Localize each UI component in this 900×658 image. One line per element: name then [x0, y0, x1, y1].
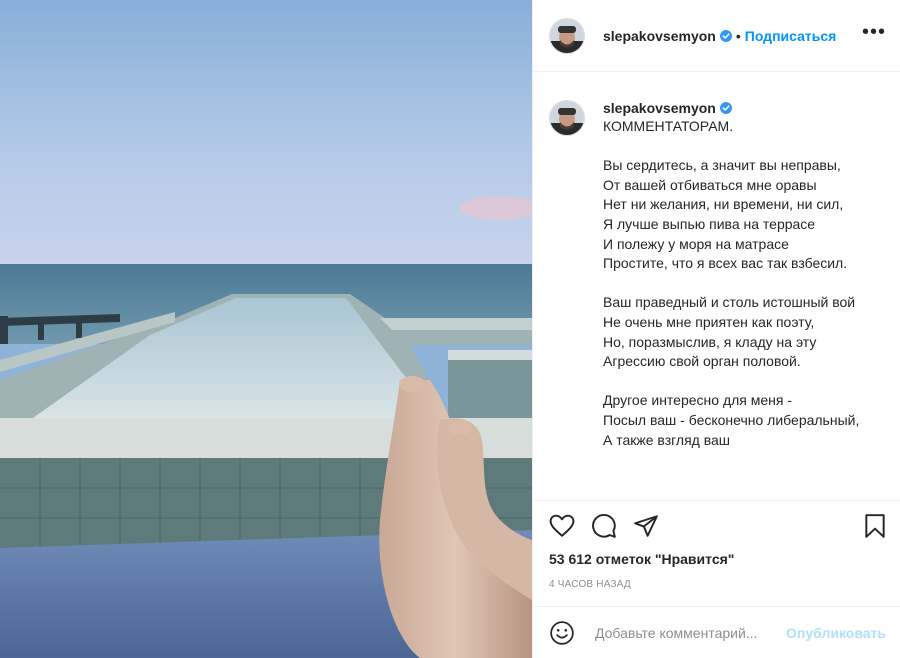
post-container: slepakovsemyon • Подписаться ••• slepako…: [0, 0, 900, 658]
caption-body: slepakovsemyon КОММЕНТАТОРАМ. Вы сердите…: [603, 100, 884, 500]
paper-plane-icon[interactable]: [633, 513, 659, 544]
header-username[interactable]: slepakovsemyon: [603, 28, 716, 44]
comment-input[interactable]: [593, 623, 787, 642]
likes-count[interactable]: 53 612 отметок "Нравится": [549, 551, 734, 567]
follow-button[interactable]: Подписаться: [745, 28, 837, 44]
caption-username[interactable]: slepakovsemyon: [603, 100, 716, 116]
caption-section: slepakovsemyon КОММЕНТАТОРАМ. Вы сердите…: [533, 72, 900, 500]
post-details-panel: slepakovsemyon • Подписаться ••• slepako…: [532, 0, 900, 658]
more-options-icon[interactable]: •••: [862, 22, 886, 42]
smiley-icon[interactable]: [549, 620, 575, 646]
add-comment-bar: Опубликовать: [533, 606, 900, 658]
caption-avatar[interactable]: [549, 100, 585, 136]
comment-icon[interactable]: [591, 513, 617, 544]
photo-scene: [0, 0, 532, 658]
caption-title: КОММЕНТАТОРАМ.: [603, 118, 734, 134]
avatar[interactable]: [549, 17, 585, 54]
post-header: slepakovsemyon • Подписаться •••: [533, 0, 900, 72]
separator-dot: •: [735, 27, 741, 44]
heart-icon[interactable]: [549, 513, 575, 544]
publish-button[interactable]: Опубликовать: [786, 625, 886, 641]
caption-username-row: slepakovsemyon: [603, 100, 884, 116]
avatar-image: [550, 18, 584, 53]
post-photo[interactable]: [0, 0, 532, 658]
caption-text: Вы сердитесь, а значит вы неправы, От ва…: [603, 157, 860, 448]
bookmark-icon[interactable]: [862, 513, 888, 544]
avatar-image: [550, 101, 584, 135]
post-timestamp[interactable]: 4 часов назад: [549, 579, 631, 590]
verified-badge-icon: [719, 102, 732, 114]
verified-badge-icon: [719, 29, 732, 42]
